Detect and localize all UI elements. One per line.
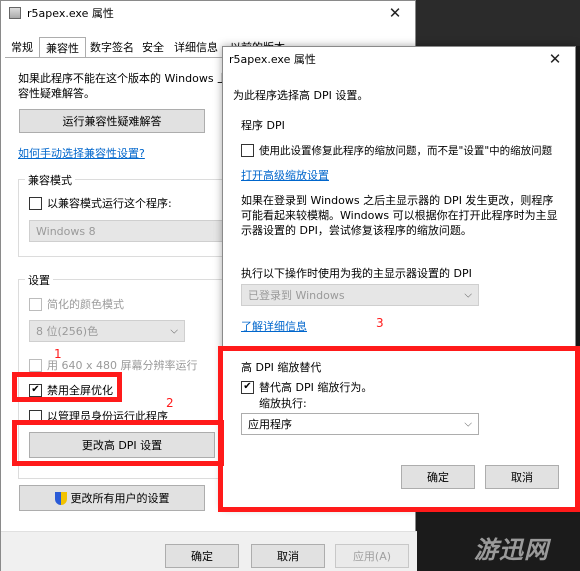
watermark-logo: 游迅网 — [474, 536, 549, 564]
tab-details[interactable]: 详细信息 — [168, 37, 224, 57]
settings-label: 设置 — [25, 272, 53, 288]
program-dpi-group: 程序 DPI 使用此设置修复此程序的缩放问题，而不是"设置"中的缩放问题 打开高… — [233, 119, 567, 355]
dpi-header: 为此程序选择高 DPI 设置。 — [233, 89, 369, 102]
execute-label: 执行以下操作时使用为我的主显示器设置的 DPI — [241, 267, 472, 280]
chevron-down-icon: ⌵ — [464, 289, 472, 301]
color-mode-value: 8 位(256)色 — [36, 325, 99, 338]
compat-mode-group: 兼容模式 以兼容模式运行这个程序: Windows 8 — [18, 172, 238, 257]
reduced-color-label: 简化的颜色模式 — [47, 298, 124, 311]
compat-mode-label: 兼容模式 — [25, 172, 75, 188]
program-dpi-label: 程序 DPI — [241, 119, 285, 132]
color-mode-select[interactable]: 8 位(256)色 ⌵ — [29, 320, 185, 342]
login-select[interactable]: 已登录到 Windows ⌵ — [241, 284, 479, 306]
intro-line-2: 容性疑难解答。 — [18, 87, 95, 100]
dpi-dialog-title: r5apex.exe 属性 — [229, 53, 316, 66]
properties-titlebar: r5apex.exe 属性 ✕ — [1, 1, 415, 25]
run-640-checkbox[interactable] — [29, 358, 42, 372]
compat-mode-select[interactable]: Windows 8 — [29, 220, 237, 242]
description-line-1: 如果在登录到 Windows 之后主显示器的 DPI 发生更改，则程序 — [241, 194, 554, 207]
annotation-box-3 — [218, 346, 580, 512]
intro-line-1: 如果此程序不能在这个版本的 Windows 上 — [18, 72, 229, 85]
description-line-3: 示器设置的 DPI，尝试修复该程序的缩放问题。 — [241, 224, 472, 237]
open-advanced-scaling-link[interactable]: 打开高级缩放设置 — [241, 167, 329, 183]
annotation-label-3: 3 — [376, 316, 384, 330]
tab-security[interactable]: 安全 — [138, 37, 168, 57]
login-select-value: 已登录到 Windows — [248, 289, 345, 302]
run-640-label: 用 640 x 480 屏幕分辨率运行 — [47, 359, 198, 372]
chevron-down-icon: ⌵ — [170, 325, 178, 337]
change-all-users-label: 更改所有用户的设置 — [70, 492, 170, 505]
app-icon — [9, 7, 21, 19]
compat-mode-checkbox-label: 以兼容模式运行这个程序: — [47, 197, 172, 210]
annotation-box-1 — [12, 372, 122, 402]
description-line-2: 可能看起来较模糊。Windows 可以根据你在打开此程序时为主显 — [241, 209, 558, 222]
reduced-color-checkbox[interactable] — [29, 297, 42, 311]
compat-mode-checkbox[interactable] — [29, 196, 42, 210]
annotation-label-2: 2 — [166, 396, 174, 410]
annotation-label-1: 1 — [54, 347, 62, 361]
learn-more-link[interactable]: 了解详细信息 — [241, 318, 307, 334]
tab-compatibility[interactable]: 兼容性 — [39, 37, 86, 57]
dpi-dialog-titlebar: r5apex.exe 属性 ✕ — [223, 47, 575, 71]
dpi-dialog-close-icon[interactable]: ✕ — [535, 47, 575, 71]
compat-mode-row: 以兼容模式运行这个程序: — [29, 195, 172, 211]
manual-settings-link[interactable]: 如何手动选择兼容性设置? — [18, 145, 145, 161]
tab-general[interactable]: 常规 — [5, 37, 39, 57]
close-icon[interactable]: ✕ — [375, 1, 415, 25]
shield-icon — [54, 491, 67, 505]
background-window-strip — [416, 0, 580, 46]
tab-digital-signature[interactable]: 数字签名 — [86, 37, 138, 57]
annotation-box-2 — [12, 420, 224, 466]
apply-button[interactable]: 应用(A) — [335, 544, 409, 568]
dpi-description: 如果在登录到 Windows 之后主显示器的 DPI 发生更改，则程序 可能看起… — [241, 193, 563, 238]
window-title: r5apex.exe 属性 — [27, 7, 114, 20]
program-dpi-row: 使用此设置修复此程序的缩放问题，而不是"设置"中的缩放问题 — [241, 143, 552, 158]
run-troubleshooter-button[interactable]: 运行兼容性疑难解答 — [19, 109, 205, 133]
program-dpi-checkbox-label: 使用此设置修复此程序的缩放问题，而不是"设置"中的缩放问题 — [259, 145, 553, 157]
change-all-users-button[interactable]: 更改所有用户的设置 — [19, 485, 205, 511]
ok-button[interactable]: 确定 — [165, 544, 239, 568]
reduced-color-row: 简化的颜色模式 — [29, 296, 124, 312]
intro-text: 如果此程序不能在这个版本的 Windows 上 容性疑难解答。 — [18, 71, 228, 101]
cancel-button[interactable]: 取消 — [251, 544, 325, 568]
compat-mode-select-value: Windows 8 — [36, 224, 96, 238]
program-dpi-checkbox[interactable] — [241, 144, 254, 157]
